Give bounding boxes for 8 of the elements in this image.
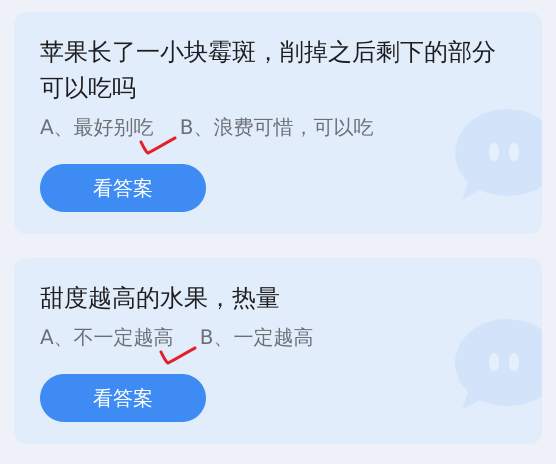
answer-option: B、浪费可惜，可以吃 — [180, 115, 374, 139]
show-answer-button[interactable]: 看答案 — [40, 164, 206, 212]
question-title: 苹果长了一小块霉斑，削掉之后剩下的部分可以吃吗 — [40, 37, 497, 104]
question-title: 甜度越高的水果，热量 — [40, 283, 281, 314]
answer-option: A、不一定越高 — [40, 325, 174, 349]
answer-option: A、最好别吃 — [40, 115, 154, 139]
answer-option: B、一定越高 — [200, 325, 314, 349]
show-answer-button[interactable]: 看答案 — [40, 374, 206, 422]
